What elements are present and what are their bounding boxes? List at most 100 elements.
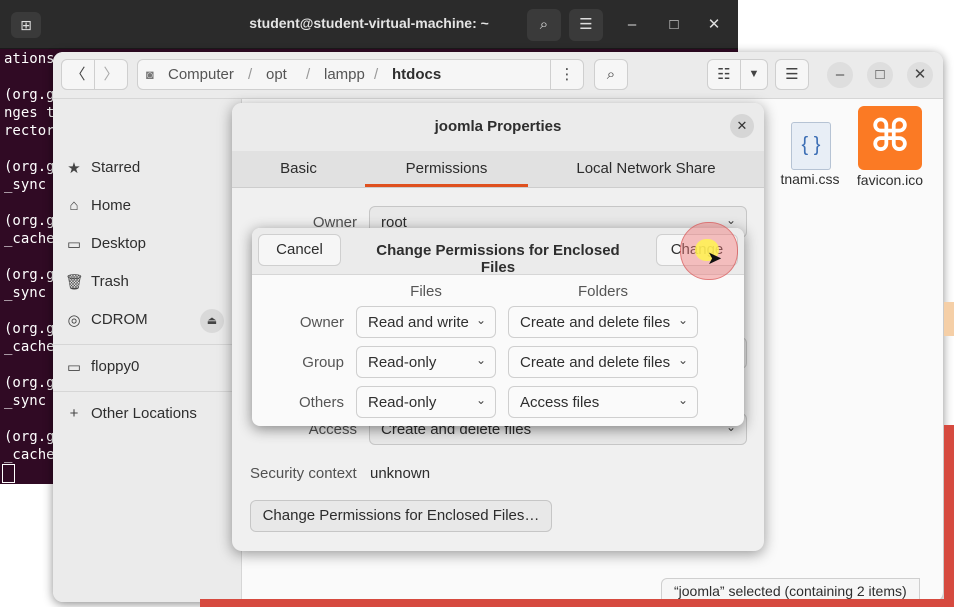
files-search-button[interactable]: ⌕ xyxy=(594,59,628,90)
active-tab-indicator xyxy=(365,184,528,187)
sidebar-item-home[interactable]: ⌂ Home xyxy=(53,187,241,225)
path-segment-computer[interactable]: Computer xyxy=(168,66,234,83)
close-icon: ✕ xyxy=(736,118,748,133)
terminal-line: _cache xyxy=(4,339,55,355)
desktop-icon: ▭ xyxy=(66,236,82,253)
tab-local-network-share[interactable]: Local Network Share xyxy=(528,160,764,177)
terminal-search-button[interactable]: ⌕ xyxy=(527,9,561,41)
terminal-line: nges t xyxy=(4,105,55,121)
close-icon: ✕ xyxy=(707,16,721,33)
terminal-line: _cache xyxy=(4,447,55,463)
folders-column-header: Folders xyxy=(577,283,629,300)
chevron-down-icon: ⌄ xyxy=(725,213,736,227)
cancel-button[interactable]: Cancel xyxy=(258,234,341,266)
file-name: favicon.ico xyxy=(856,172,924,188)
change-dialog-title: Change Permissions for Enclosed Files xyxy=(376,242,620,276)
sidebar: ★ Starred ⌂ Home ▭ Desktop 🗑 Trash ◎ CDR… xyxy=(53,99,242,602)
sidebar-item-label: Starred xyxy=(91,159,141,176)
files-minimize-button[interactable]: – xyxy=(827,62,853,88)
search-icon: ⌕ xyxy=(539,16,549,33)
tab-basic[interactable]: Basic xyxy=(232,160,365,177)
trash-icon: 🗑 xyxy=(65,274,85,291)
vertical-dots-icon: ⋮ xyxy=(559,66,575,83)
owner-folders-select[interactable]: Create and delete files ⌄ xyxy=(508,306,698,338)
eject-button[interactable]: ⏏ xyxy=(200,309,224,333)
terminal-maximize-button[interactable]: □ xyxy=(657,9,691,41)
chevron-down-icon: ⌄ xyxy=(475,393,486,407)
sidebar-item-desktop[interactable]: ▭ Desktop xyxy=(53,225,241,263)
terminal-line: (org.g xyxy=(4,375,55,391)
files-maximize-button[interactable]: □ xyxy=(867,62,893,88)
path-separator: / xyxy=(248,66,253,83)
back-button[interactable]: 〈 xyxy=(61,59,95,90)
mouse-cursor-icon: ➤ xyxy=(707,248,723,268)
others-folders-select[interactable]: Access files ⌄ xyxy=(508,386,698,418)
others-folders-value: Access files xyxy=(520,394,600,411)
owner-folders-value: Create and delete files xyxy=(520,314,671,331)
sidebar-item-label: Desktop xyxy=(91,235,147,252)
chevron-down-icon: ⌄ xyxy=(475,313,486,327)
hamburger-menu-icon: ☰ xyxy=(785,66,799,83)
floppy-icon: ▭ xyxy=(66,359,82,376)
terminal-line: _sync xyxy=(4,285,47,301)
tab-permissions[interactable]: Permissions xyxy=(365,160,528,177)
group-files-select[interactable]: Read-only ⌄ xyxy=(356,346,496,378)
sidebar-item-trash[interactable]: 🗑 Trash xyxy=(53,263,241,301)
location-bar[interactable]: ◙ Computer / opt / lampp / htdocs xyxy=(137,59,551,90)
list-view-button[interactable]: ☷ xyxy=(707,59,741,90)
view-options-button[interactable]: ▼ xyxy=(740,59,768,90)
chevron-left-icon: 〈 xyxy=(70,66,86,83)
sidebar-item-cdrom[interactable]: ◎ CDROM ⏏ xyxy=(53,301,241,339)
star-icon: ★ xyxy=(67,160,81,177)
owner-files-select[interactable]: Read and write ⌄ xyxy=(356,306,496,338)
chevron-down-icon: ⌄ xyxy=(677,313,688,327)
properties-title: joomla Properties xyxy=(434,118,562,135)
terminal-line: _sync xyxy=(4,177,47,193)
terminal-line: (org.g xyxy=(4,159,55,175)
path-separator: / xyxy=(374,66,379,83)
path-separator: / xyxy=(306,66,311,83)
security-context-label: Security context xyxy=(250,465,357,482)
css-file-icon: { } xyxy=(791,122,831,170)
properties-close-button[interactable]: ✕ xyxy=(730,114,754,138)
disc-icon: ◎ xyxy=(67,312,81,329)
path-menu-button[interactable]: ⋮ xyxy=(550,59,584,90)
terminal-line: (org.g xyxy=(4,267,55,283)
drive-icon: ◙ xyxy=(146,67,154,82)
group-folders-select[interactable]: Create and delete files ⌄ xyxy=(508,346,698,378)
group-files-value: Read-only xyxy=(368,354,437,371)
file-item-css[interactable]: { } tnami.css xyxy=(765,122,855,192)
terminal-line: (org.g xyxy=(4,87,55,103)
owner-row-label: Owner xyxy=(299,314,344,331)
files-close-button[interactable]: ✕ xyxy=(907,62,933,88)
background-window-edge xyxy=(944,425,954,607)
path-segment-htdocs[interactable]: htdocs xyxy=(392,66,441,83)
home-icon: ⌂ xyxy=(69,197,79,214)
plus-icon: + xyxy=(69,405,79,422)
properties-tabs: Basic Permissions Local Network Share xyxy=(232,151,764,188)
file-item-favicon[interactable]: ⌘ favicon.ico xyxy=(847,106,933,192)
chevron-down-icon: ⌄ xyxy=(677,393,688,407)
sidebar-item-other-locations[interactable]: + Other Locations xyxy=(53,395,241,433)
terminal-minimize-button[interactable]: – xyxy=(615,9,649,41)
sidebar-item-floppy0[interactable]: ▭ floppy0 xyxy=(53,348,241,386)
terminal-close-button[interactable]: ✕ xyxy=(697,9,731,41)
chevron-right-icon: 〉 xyxy=(103,66,119,83)
path-segment-opt[interactable]: opt xyxy=(266,66,287,83)
change-enclosed-permissions-button[interactable]: Change Permissions for Enclosed Files… xyxy=(250,500,552,532)
forward-button[interactable]: 〉 xyxy=(94,59,128,90)
terminal-line: (org.g xyxy=(4,429,55,445)
group-row-label: Group xyxy=(302,354,344,371)
others-files-select[interactable]: Read-only ⌄ xyxy=(356,386,496,418)
files-menu-button[interactable]: ☰ xyxy=(775,59,809,90)
sidebar-item-starred[interactable]: ★ Starred xyxy=(53,149,241,187)
terminal-line: _sync xyxy=(4,393,47,409)
search-icon: ⌕ xyxy=(606,66,616,83)
terminal-menu-button[interactable]: ☰ xyxy=(569,9,603,41)
chevron-down-icon: ⌄ xyxy=(475,353,486,367)
path-segment-lampp[interactable]: lampp xyxy=(324,66,365,83)
others-files-value: Read-only xyxy=(368,394,437,411)
